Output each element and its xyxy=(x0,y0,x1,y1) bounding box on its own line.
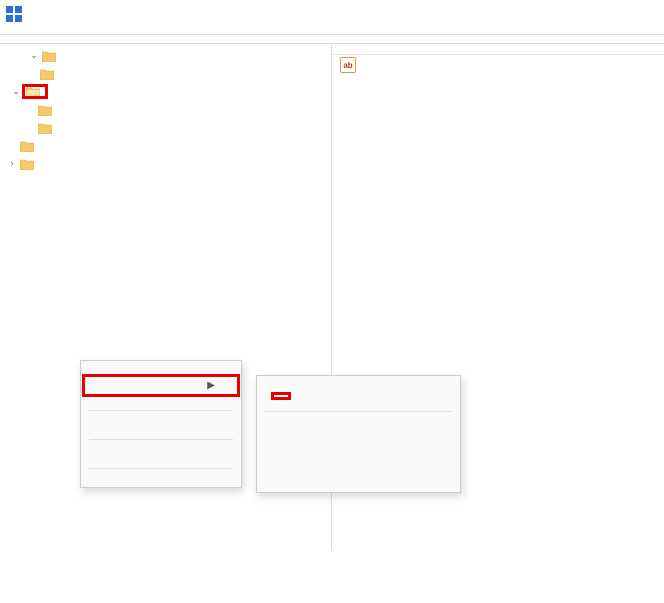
tree-item-device[interactable]: ⌄ xyxy=(0,82,331,100)
chevron-right-icon: ▶ xyxy=(207,380,215,391)
submenu-qword[interactable] xyxy=(259,452,458,464)
tree-item-current[interactable]: ⌄ xyxy=(0,46,331,64)
menu-bar xyxy=(0,24,664,35)
submenu-binary[interactable] xyxy=(259,428,458,440)
cm-collapse[interactable] xyxy=(83,365,239,375)
tree-item-containeradmx[interactable] xyxy=(0,64,331,82)
folder-icon xyxy=(38,122,52,133)
cm-copy-key-name[interactable] xyxy=(83,473,239,483)
tree-item-default[interactable]: › xyxy=(0,136,331,154)
separator xyxy=(89,439,233,440)
submenu-expandstring[interactable] xyxy=(259,476,458,488)
submenu-multistring[interactable] xyxy=(259,464,458,476)
separator xyxy=(89,410,233,411)
value-row-default[interactable]: ab xyxy=(332,55,664,75)
menu-favorites[interactable] xyxy=(58,26,74,30)
cm-delete[interactable] xyxy=(83,415,239,425)
separator xyxy=(89,468,233,469)
chevron-down-icon[interactable]: ⌄ xyxy=(10,85,22,97)
tree-item-dat[interactable] xyxy=(0,100,331,118)
menu-view[interactable] xyxy=(40,26,56,30)
submenu-key[interactable] xyxy=(259,380,458,407)
menu-file[interactable] xyxy=(4,26,20,30)
tree-item-kno[interactable] xyxy=(0,118,331,136)
regedit-icon xyxy=(6,6,22,22)
cm-find[interactable] xyxy=(83,396,239,406)
annotation-key xyxy=(273,394,289,398)
cm-export[interactable] xyxy=(83,444,239,454)
folder-icon xyxy=(42,50,56,61)
context-menu: ▶ xyxy=(80,360,242,488)
main-area: ⌄ ⌄ › › xyxy=(0,44,664,549)
menu-help[interactable] xyxy=(76,26,92,30)
submenu-dword[interactable] xyxy=(259,440,458,452)
cm-permissions[interactable] xyxy=(83,454,239,464)
separator xyxy=(265,411,452,412)
folder-icon xyxy=(20,140,34,151)
values-header xyxy=(332,48,664,55)
folder-icon xyxy=(38,104,52,115)
cm-rename[interactable] xyxy=(83,425,239,435)
folder-open-icon xyxy=(26,86,40,97)
title-bar xyxy=(0,0,664,24)
folder-icon xyxy=(20,158,34,169)
chevron-right-icon[interactable]: › xyxy=(6,157,18,169)
submenu-new xyxy=(256,375,461,493)
string-value-icon: ab xyxy=(340,57,356,73)
tree-item-providers[interactable]: › xyxy=(0,154,331,172)
menu-edit[interactable] xyxy=(22,26,38,30)
folder-icon xyxy=(40,68,54,79)
annotation-device xyxy=(24,86,46,97)
cm-new[interactable]: ▶ xyxy=(83,375,239,396)
submenu-string[interactable] xyxy=(259,416,458,428)
chevron-down-icon[interactable]: ⌄ xyxy=(28,49,40,61)
address-bar[interactable] xyxy=(0,35,664,44)
